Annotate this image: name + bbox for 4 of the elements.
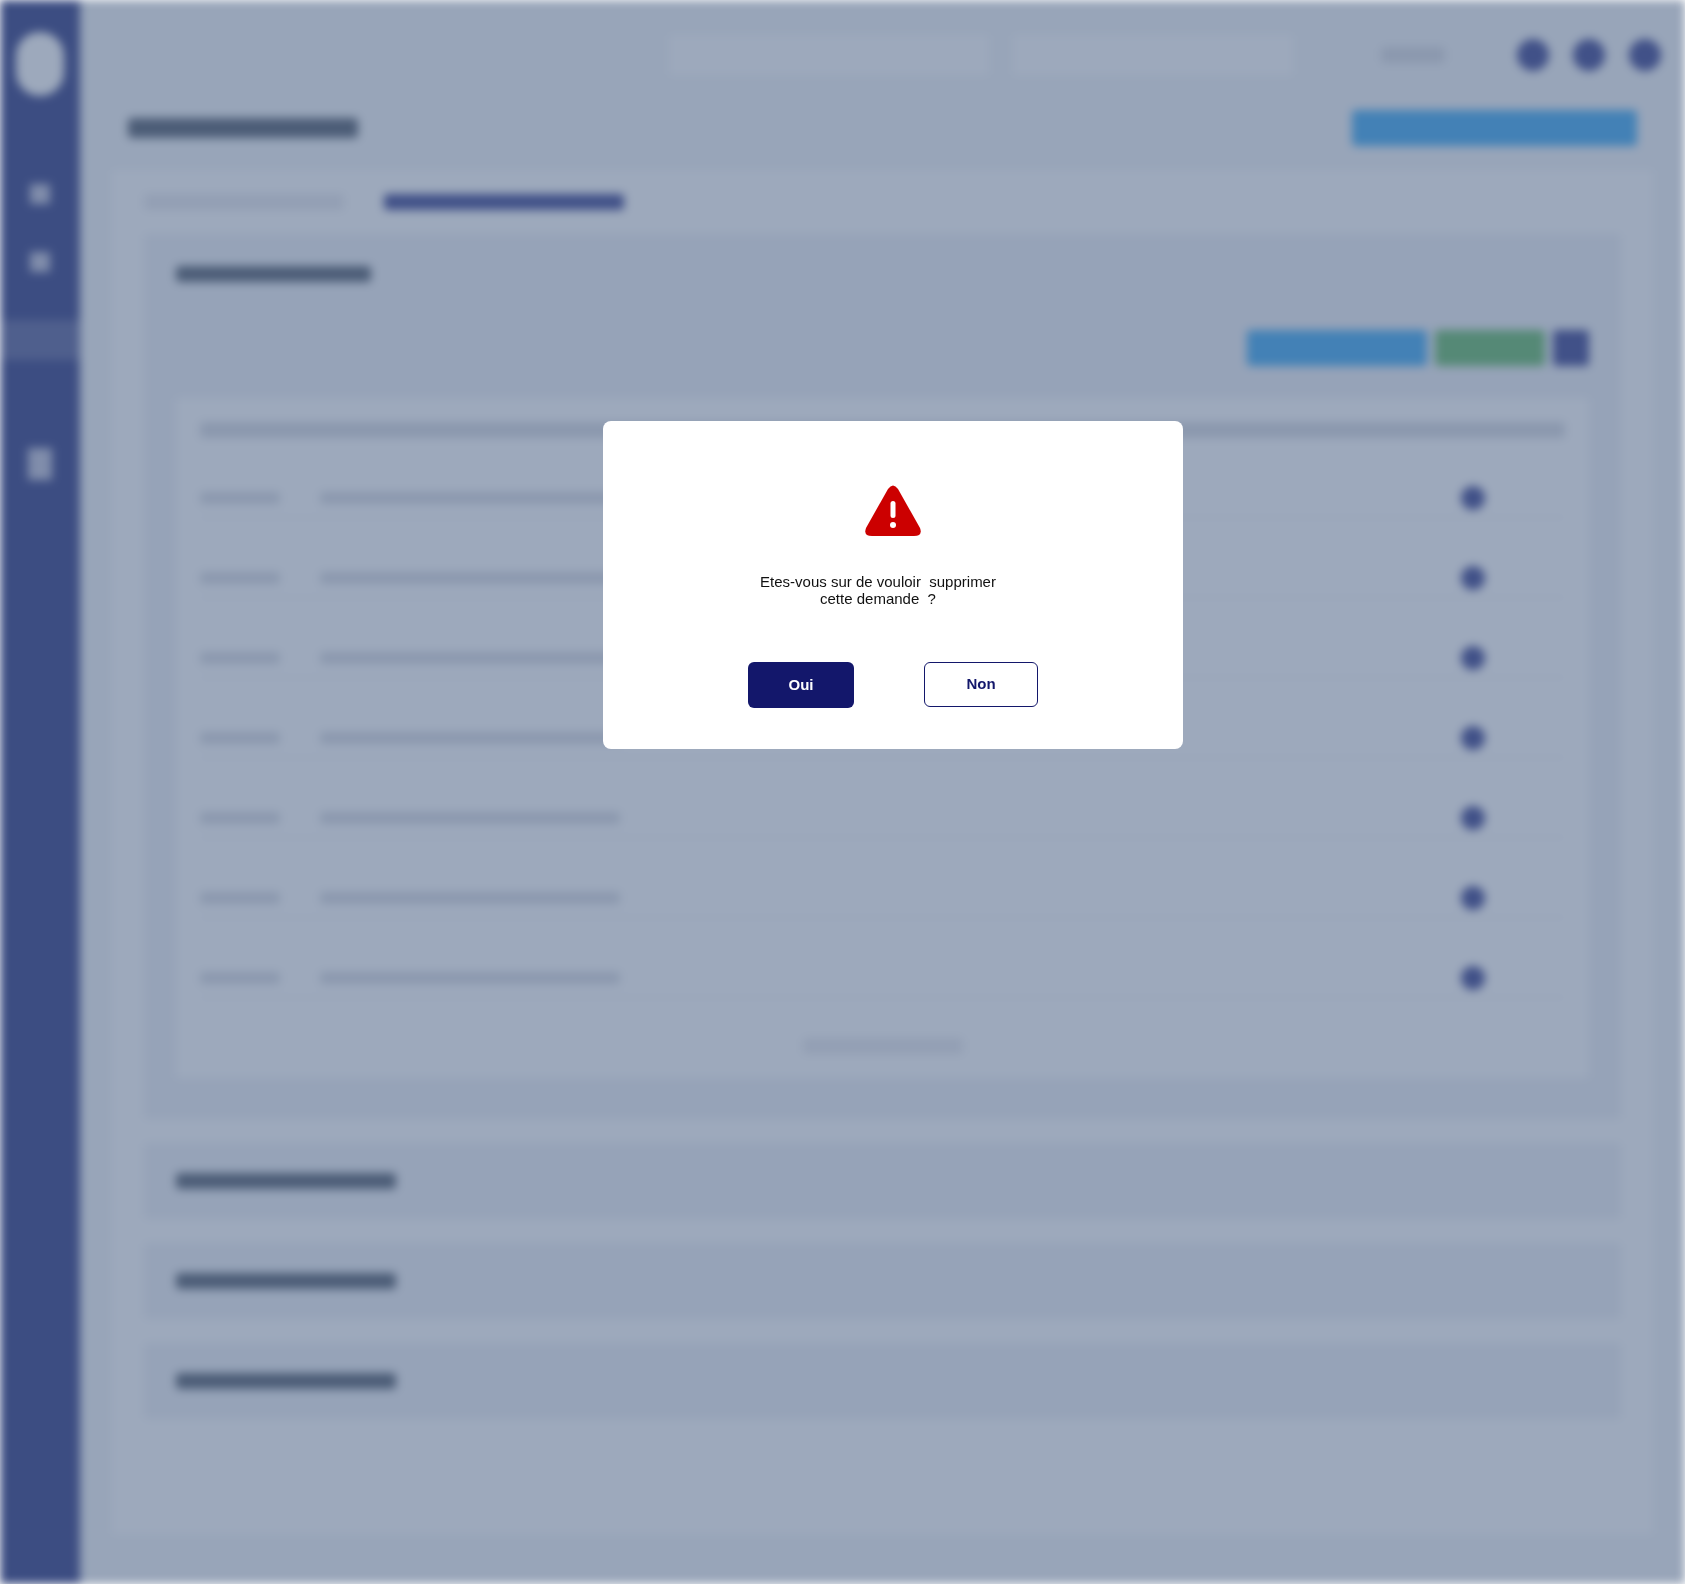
cancel-button[interactable]: Non — [924, 662, 1038, 707]
confirm-button[interactable]: Oui — [748, 662, 854, 708]
warning-icon — [864, 485, 922, 537]
confirm-message: Etes-vous sur de vouloir supprimer cette demande ? — [760, 573, 996, 607]
